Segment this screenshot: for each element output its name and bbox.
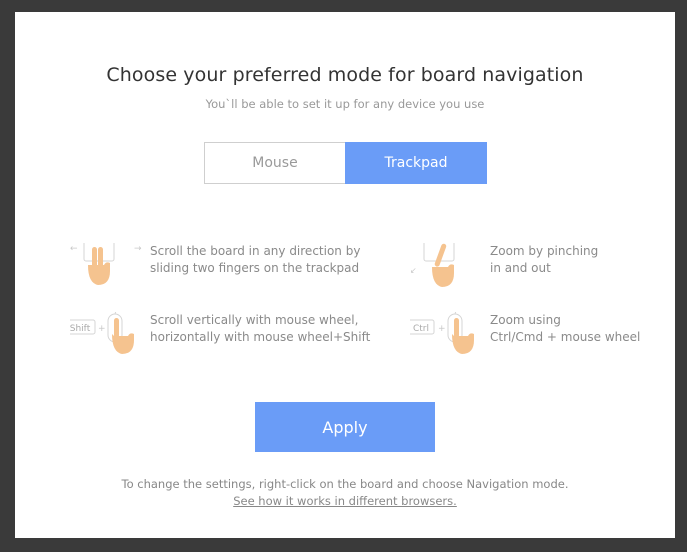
trackpad-pinch-zoom-icon: ↖ ↙ xyxy=(410,243,455,287)
mode-toggle: Mouse Trackpad xyxy=(204,142,487,184)
shift-mouse-wheel-icon: Shift + xyxy=(70,312,134,354)
ctrl-key-label: Ctrl xyxy=(413,324,429,334)
footer: To change the settings, right-click on t… xyxy=(15,476,675,510)
svg-text:+: + xyxy=(438,324,446,334)
mode-option-trackpad[interactable]: Trackpad xyxy=(345,142,487,184)
svg-text:→: → xyxy=(134,244,142,254)
mode-option-mouse[interactable]: Mouse xyxy=(204,142,345,184)
feature-text: Zoom by pinching in and out xyxy=(490,244,599,275)
feature-text: Scroll the board in any direction by sli… xyxy=(150,244,361,275)
trackpad-two-finger-scroll-icon: ← → xyxy=(70,243,142,285)
shift-key-label: Shift xyxy=(70,324,91,334)
dialog-subtitle: You`ll be able to set it up for any devi… xyxy=(205,97,485,111)
ctrl-mouse-wheel-icon: Ctrl + xyxy=(410,312,474,354)
feature-text: Zoom using Ctrl/Cmd + mouse wheel xyxy=(490,313,641,344)
navigation-mode-dialog: Choose your preferred mode for board nav… xyxy=(15,12,675,538)
apply-button[interactable]: Apply xyxy=(255,402,435,452)
browsers-help-link[interactable]: See how it works in different browsers. xyxy=(233,494,457,508)
dialog-title: Choose your preferred mode for board nav… xyxy=(106,64,584,86)
svg-text:+: + xyxy=(98,324,106,334)
feature-text: Scroll vertically with mouse wheel, hori… xyxy=(150,313,371,344)
svg-text:←: ← xyxy=(70,244,78,254)
footer-text: To change the settings, right-click on t… xyxy=(121,477,569,491)
svg-text:↙: ↙ xyxy=(410,266,417,275)
